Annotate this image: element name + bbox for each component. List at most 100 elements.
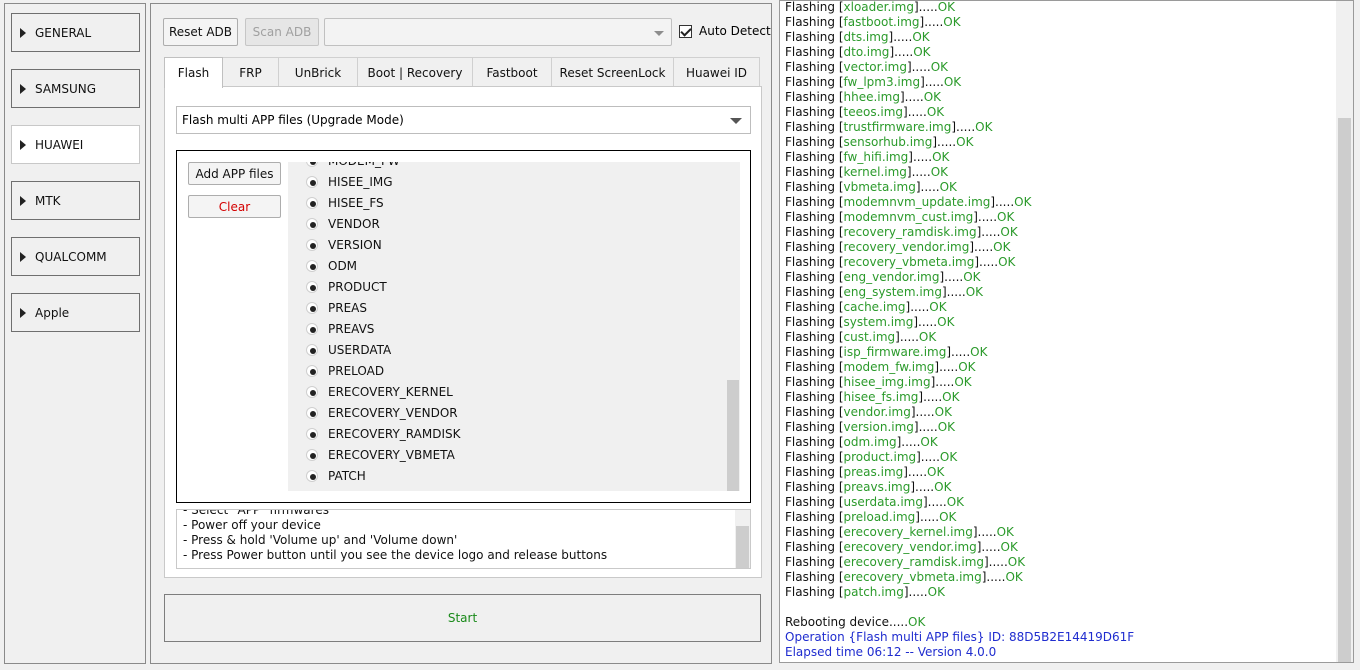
- app-files-box: Add APP files Clear MODEM_FW HISEE_IMG HIS…: [176, 150, 751, 503]
- radio-selected-icon[interactable]: [306, 217, 318, 230]
- partition-item[interactable]: VERSION: [306, 234, 382, 255]
- radio-selected-icon[interactable]: [306, 259, 318, 272]
- scrollbar-thumb[interactable]: [736, 526, 749, 568]
- partition-item[interactable]: ERECOVERY_RAMDISK: [306, 423, 461, 444]
- radio-selected-icon[interactable]: [306, 364, 318, 377]
- radio-selected-icon[interactable]: [306, 427, 318, 440]
- partition-item[interactable]: PREAVS: [306, 318, 374, 339]
- log-status: OK: [939, 180, 957, 194]
- partition-label: USERDATA: [328, 342, 392, 357]
- radio-selected-icon[interactable]: [306, 162, 318, 167]
- log-filename: patch.img: [843, 585, 904, 599]
- log-line: Flashing [system.img].....OK: [785, 315, 955, 329]
- instructions-scrollbar[interactable]: [735, 510, 750, 568]
- log-filename: vector.img: [843, 60, 907, 74]
- partition-label: HISEE_IMG: [328, 174, 393, 189]
- log-filename: erecovery_ramdisk.img: [843, 555, 984, 569]
- sidebar-item-qualcomm[interactable]: QUALCOMM: [11, 237, 140, 276]
- flash-mode-select[interactable]: Flash multi APP files (Upgrade Mode): [176, 106, 751, 134]
- scan-adb-button[interactable]: Scan ADB: [245, 18, 319, 46]
- log-status: OK: [927, 585, 945, 599]
- tab-unbrick[interactable]: UnBrick: [278, 57, 358, 87]
- partition-item[interactable]: VENDOR: [306, 213, 380, 234]
- log-line: Flashing [isp_firmware.img].....OK: [785, 345, 988, 359]
- radio-selected-icon[interactable]: [306, 406, 318, 419]
- partition-item[interactable]: PRODUCT: [306, 276, 387, 297]
- log-status: OK: [937, 0, 956, 14]
- add-app-files-button[interactable]: Add APP files: [188, 162, 281, 185]
- sidebar-item-huawei[interactable]: HUAWEI: [11, 125, 140, 164]
- instruction-line: - Power off your device: [183, 518, 321, 532]
- log-prefix: Flashing: [785, 285, 836, 299]
- auto-detect-checkbox[interactable]: Auto Detect: [679, 24, 771, 38]
- radio-selected-icon[interactable]: [306, 196, 318, 209]
- partition-item[interactable]: PRELOAD: [306, 360, 384, 381]
- partition-item[interactable]: ERECOVERY_VBMETA: [306, 444, 455, 465]
- radio-selected-icon[interactable]: [306, 322, 318, 335]
- device-select[interactable]: [324, 18, 672, 46]
- partition-item[interactable]: PREAS: [306, 297, 367, 318]
- tab-boot-recovery[interactable]: Boot | Recovery: [357, 57, 473, 87]
- radio-selected-icon[interactable]: [306, 343, 318, 356]
- log-scrollbar[interactable]: [1336, 1, 1353, 662]
- log-prefix: Flashing: [785, 60, 836, 74]
- log-filename: hhee.img: [843, 90, 900, 104]
- clear-button[interactable]: Clear: [188, 195, 281, 218]
- log-status: OK: [1000, 540, 1018, 554]
- log-lines: Flashing [xloader.img].....OK Flashing [f…: [785, 0, 1333, 660]
- log-line: Flashing [product.img].....OK: [785, 450, 958, 464]
- partition-label: PREAVS: [328, 321, 375, 336]
- log-line: Flashing [fw_hifi.img].....OK: [785, 150, 950, 164]
- partition-item[interactable]: MODEM_FW: [306, 162, 400, 171]
- tab-flash[interactable]: Flash: [164, 57, 223, 88]
- partition-list-scrollbar[interactable]: [726, 162, 740, 491]
- partition-label: PREAS: [328, 300, 367, 315]
- log-prefix: Flashing: [785, 585, 836, 599]
- log-line: Flashing [preload.img].....OK: [785, 510, 957, 524]
- partition-list[interactable]: MODEM_FW HISEE_IMG HISEE_FS VENDOR VERSION OD…: [288, 162, 727, 491]
- log-line: Flashing [patch.img].....OK: [785, 585, 945, 599]
- log-status: OK: [912, 30, 930, 44]
- sidebar-item-general[interactable]: GENERAL: [11, 13, 140, 52]
- partition-item[interactable]: ERECOVERY_VENDOR: [306, 402, 458, 423]
- tab-fastboot[interactable]: Fastboot: [472, 57, 552, 87]
- caret-right-icon: [20, 307, 26, 318]
- log-line: Flashing [fw_lpm3.img].....OK: [785, 75, 962, 89]
- start-button[interactable]: Start: [164, 594, 761, 642]
- partition-item[interactable]: ODM: [306, 255, 357, 276]
- log-filename: dts.img: [843, 30, 889, 44]
- log-line: Flashing [preas.img].....OK: [785, 465, 945, 479]
- tab-reset-screenlock[interactable]: Reset ScreenLock: [551, 57, 674, 87]
- log-prefix: Flashing: [785, 330, 836, 344]
- tab-frp[interactable]: FRP: [222, 57, 279, 87]
- partition-item[interactable]: USERDATA: [306, 339, 391, 360]
- log-status: OK: [954, 375, 972, 389]
- scrollbar-thumb[interactable]: [1338, 118, 1351, 662]
- radio-selected-icon[interactable]: [306, 469, 318, 482]
- scrollbar-thumb[interactable]: [727, 380, 739, 491]
- radio-selected-icon[interactable]: [306, 175, 318, 188]
- log-filename: erecovery_vbmeta.img: [843, 570, 982, 584]
- partition-item[interactable]: HISEE_IMG: [306, 171, 393, 192]
- log-filename: kernel.img: [843, 165, 907, 179]
- log-filename: sensorhub.img: [843, 135, 933, 149]
- reset-adb-button[interactable]: Reset ADB: [163, 18, 238, 46]
- radio-selected-icon[interactable]: [306, 280, 318, 293]
- sidebar-item-mtk[interactable]: MTK: [11, 181, 140, 220]
- log-filename: hisee_fs.img: [843, 390, 919, 404]
- partition-item[interactable]: HISEE_FS: [306, 192, 384, 213]
- radio-selected-icon[interactable]: [306, 301, 318, 314]
- log-status: OK: [958, 360, 976, 374]
- log-status: OK: [942, 390, 960, 404]
- partition-item[interactable]: PATCH: [306, 465, 366, 486]
- tab-huawei-id[interactable]: Huawei ID: [673, 57, 760, 87]
- sidebar-item-samsung[interactable]: SAMSUNG: [11, 69, 140, 108]
- log-prefix: Flashing: [785, 15, 836, 29]
- sidebar-item-apple[interactable]: Apple: [11, 293, 140, 332]
- log-prefix: Flashing: [785, 465, 836, 479]
- partition-item[interactable]: ERECOVERY_KERNEL: [306, 381, 453, 402]
- radio-selected-icon[interactable]: [306, 448, 318, 461]
- radio-selected-icon[interactable]: [306, 385, 318, 398]
- log-prefix: Flashing: [785, 555, 836, 569]
- radio-selected-icon[interactable]: [306, 238, 318, 251]
